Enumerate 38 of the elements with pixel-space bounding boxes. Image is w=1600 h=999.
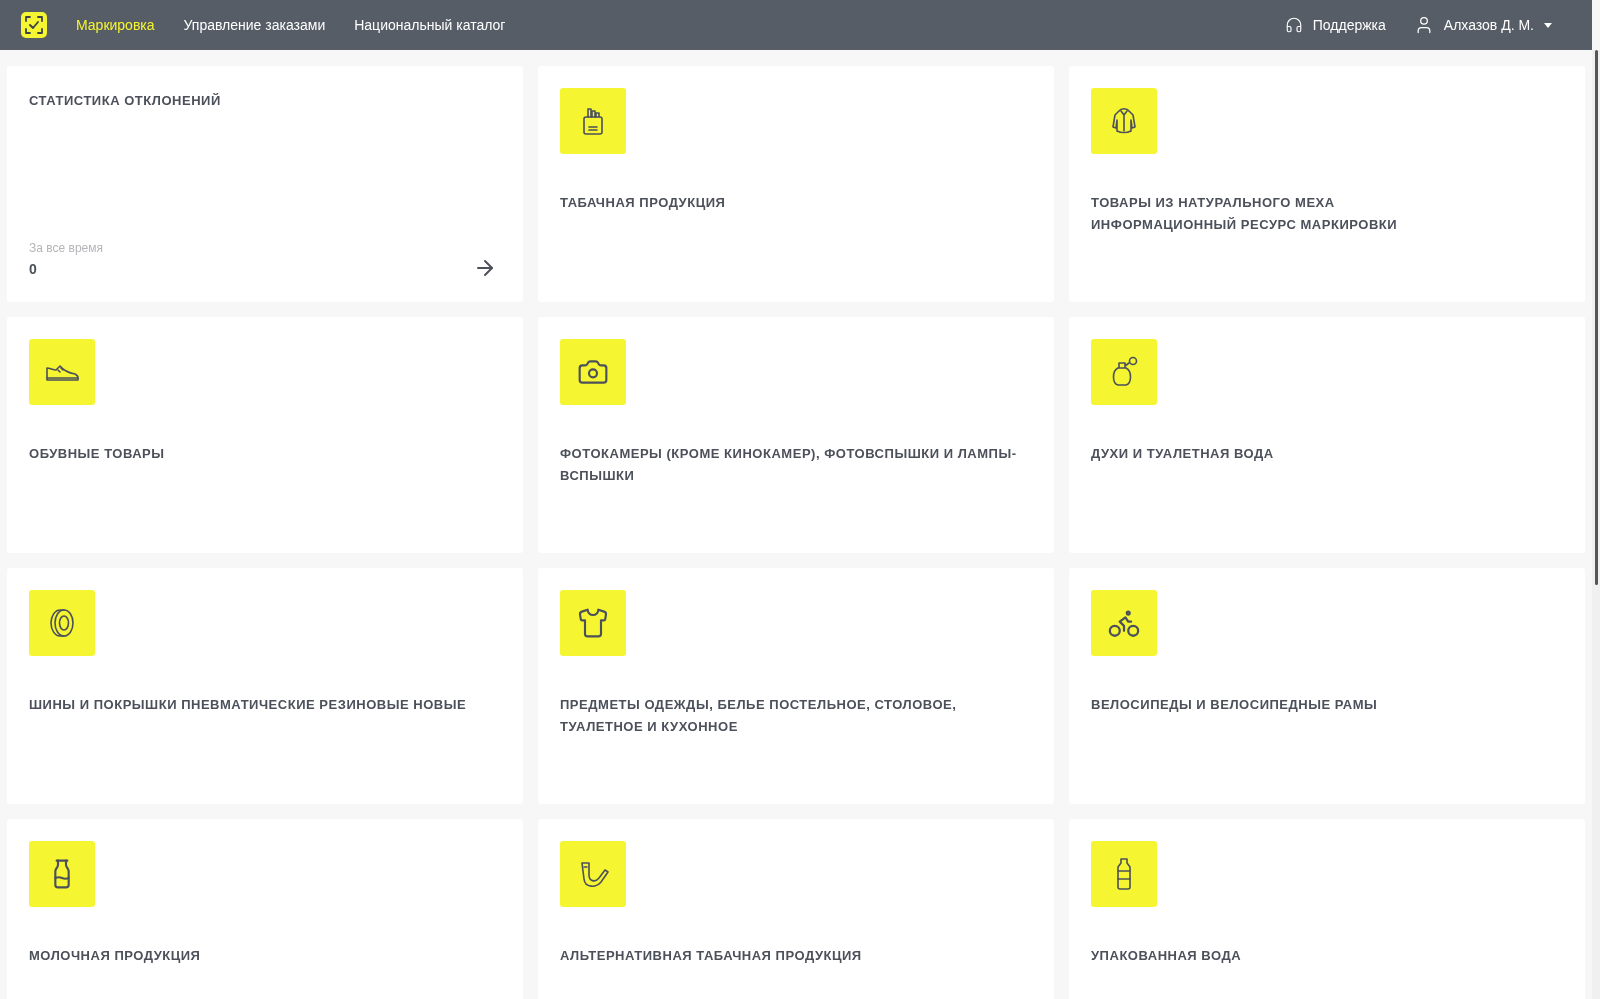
category-title: ДУХИ И ТУАЛЕТНАЯ ВОДА bbox=[1091, 445, 1275, 463]
cigarette-pack-icon bbox=[580, 106, 606, 136]
category-title: ШИНЫ И ПОКРЫШКИ ПНЕВМАТИЧЕСКИЕ РЕЗИНОВЫЕ НОВЫЕ bbox=[29, 696, 468, 714]
category-title: ФОТОКАМЕРЫ (КРОМЕ КИНОКАМЕР), ФОТОВСПЫШКИ И ЛАМПЫ-ВСПЫШКИ bbox=[560, 445, 1018, 485]
period-label: За все время bbox=[29, 240, 103, 257]
headset-icon bbox=[1284, 16, 1303, 34]
category-card[interactable]: ТОВАРЫ ИЗ НАТУРАЛЬНОГО МЕХА ИНФОРМАЦИОННЫЙ РЕСУРС МАРКИРОВКИ bbox=[1069, 66, 1585, 302]
category-title: МОЛОЧНАЯ ПРОДУКЦИЯ bbox=[29, 947, 202, 965]
category-card[interactable]: ПРЕДМЕТЫ ОДЕЖДЫ, БЕЛЬЕ ПОСТЕЛЬНОЕ, СТОЛОВОЕ, ТУАЛЕТНОЕ И КУХОННОЕ bbox=[538, 568, 1054, 804]
category-title: ВЕЛОСИПЕДЫ И ВЕЛОСИПЕДНЫЕ РАМЫ bbox=[1091, 696, 1379, 714]
app-logo[interactable] bbox=[21, 12, 47, 38]
category-title: ТАБАЧНАЯ ПРОДУКЦИЯ bbox=[560, 194, 727, 212]
nav-link[interactable]: Управление заказами bbox=[183, 14, 326, 36]
category-title: АЛЬТЕРНАТИВНАЯ ТАБАЧНАЯ ПРОДУКЦИЯ bbox=[560, 947, 863, 965]
shirt-icon bbox=[577, 607, 609, 639]
category-subtitle: ИНФОРМАЦИОННЫЙ РЕСУРС МАРКИРОВКИ bbox=[1091, 216, 1399, 234]
category-card[interactable]: ФОТОКАМЕРЫ (КРОМЕ КИНОКАМЕР), ФОТОВСПЫШКИ И ЛАМПЫ-ВСПЫШКИ bbox=[538, 317, 1054, 553]
category-title: ОБУВНЫЕ ТОВАРЫ bbox=[29, 445, 166, 463]
category-card[interactable]: ШИНЫ И ПОКРЫШКИ ПНЕВМАТИЧЕСКИЕ РЕЗИНОВЫЕ НОВЫЕ bbox=[7, 568, 523, 804]
category-card[interactable]: УПАКОВАННАЯ ВОДА bbox=[1069, 819, 1585, 999]
category-card[interactable]: ОБУВНЫЕ ТОВАРЫ bbox=[7, 317, 523, 553]
scrollbar[interactable] bbox=[1592, 50, 1600, 999]
stats-title: СТАТИСТИКА ОТКЛОНЕНИЙ bbox=[29, 92, 222, 110]
category-card[interactable]: ВЕЛОСИПЕДЫ И ВЕЛОСИПЕДНЫЕ РАМЫ bbox=[1069, 568, 1585, 804]
category-card[interactable]: ДУХИ И ТУАЛЕТНАЯ ВОДА bbox=[1069, 317, 1585, 553]
category-card[interactable]: АЛЬТЕРНАТИВНАЯ ТАБАЧНАЯ ПРОДУКЦИЯ bbox=[538, 819, 1054, 999]
stats-value: 0 bbox=[29, 260, 38, 279]
caret-icon bbox=[1544, 22, 1552, 28]
nav-link[interactable]: Национальный каталог bbox=[354, 14, 506, 36]
support-link[interactable]: Поддержка bbox=[1284, 14, 1386, 36]
user-menu[interactable]: Алхазов Д. М. bbox=[1413, 14, 1552, 36]
category-card[interactable]: МОЛОЧНАЯ ПРОДУКЦИЯ bbox=[7, 819, 523, 999]
nav-link[interactable]: Маркировка bbox=[76, 14, 155, 36]
category-card[interactable]: ТАБАЧНАЯ ПРОДУКЦИЯ bbox=[538, 66, 1054, 302]
category-title: ПРЕДМЕТЫ ОДЕЖДЫ, БЕЛЬЕ ПОСТЕЛЬНОЕ, СТОЛОВОЕ, ТУАЛЕТНОЕ И КУХОННОЕ bbox=[560, 696, 958, 736]
category-title: ТОВАРЫ ИЗ НАТУРАЛЬНОГО МЕХА bbox=[1091, 194, 1336, 212]
category-title: УПАКОВАННАЯ ВОДА bbox=[1091, 947, 1243, 965]
stats-card[interactable]: СТАТИСТИКА ОТКЛОНЕНИЙ За все время 0 bbox=[7, 66, 523, 302]
